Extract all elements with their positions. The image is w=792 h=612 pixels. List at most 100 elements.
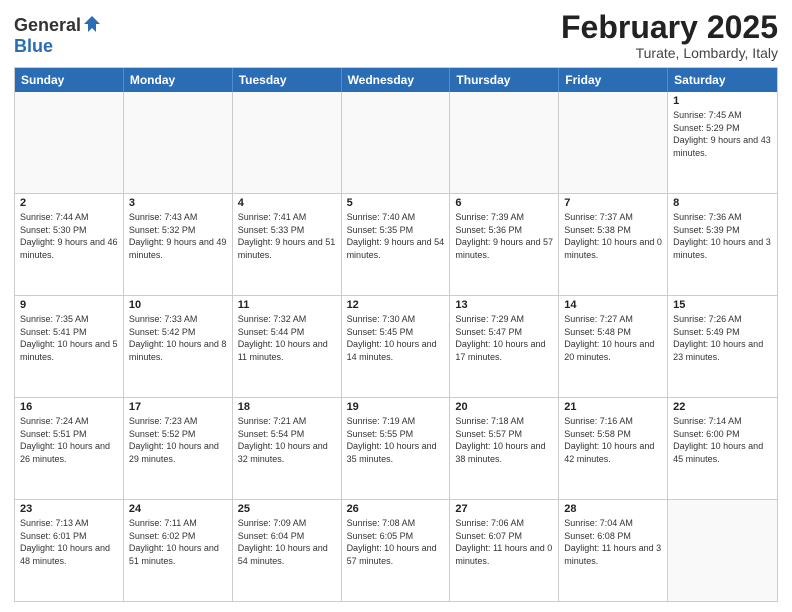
header-day-thursday: Thursday bbox=[450, 68, 559, 92]
calendar-cell: 20 Sunrise: 7:18 AM Sunset: 5:57 PM Dayli… bbox=[450, 398, 559, 499]
cell-info: Sunrise: 7:29 AM Sunset: 5:47 PM Dayligh… bbox=[455, 313, 553, 363]
cell-info: Sunrise: 7:41 AM Sunset: 5:33 PM Dayligh… bbox=[238, 211, 336, 261]
month-title: February 2025 bbox=[561, 10, 778, 45]
day-number: 11 bbox=[238, 299, 336, 311]
day-number: 27 bbox=[455, 503, 553, 515]
cell-info: Sunrise: 7:37 AM Sunset: 5:38 PM Dayligh… bbox=[564, 211, 662, 261]
calendar-cell bbox=[15, 92, 124, 193]
logo-icon bbox=[82, 14, 102, 34]
day-number: 24 bbox=[129, 503, 227, 515]
header-day-wednesday: Wednesday bbox=[342, 68, 451, 92]
cell-info: Sunrise: 7:09 AM Sunset: 6:04 PM Dayligh… bbox=[238, 517, 336, 567]
location: Turate, Lombardy, Italy bbox=[561, 45, 778, 61]
cell-info: Sunrise: 7:40 AM Sunset: 5:35 PM Dayligh… bbox=[347, 211, 445, 261]
day-number: 9 bbox=[20, 299, 118, 311]
day-number: 21 bbox=[564, 401, 662, 413]
calendar-cell: 7 Sunrise: 7:37 AM Sunset: 5:38 PM Daylig… bbox=[559, 194, 668, 295]
cell-info: Sunrise: 7:04 AM Sunset: 6:08 PM Dayligh… bbox=[564, 517, 662, 567]
calendar-cell: 10 Sunrise: 7:33 AM Sunset: 5:42 PM Dayli… bbox=[124, 296, 233, 397]
cell-info: Sunrise: 7:27 AM Sunset: 5:48 PM Dayligh… bbox=[564, 313, 662, 363]
calendar-cell: 16 Sunrise: 7:24 AM Sunset: 5:51 PM Dayli… bbox=[15, 398, 124, 499]
logo: General Blue bbox=[14, 14, 102, 57]
cell-info: Sunrise: 7:24 AM Sunset: 5:51 PM Dayligh… bbox=[20, 415, 118, 465]
calendar-body: 1Sunrise: 7:45 AM Sunset: 5:29 PM Daylig… bbox=[15, 92, 777, 601]
week-row-2: 9 Sunrise: 7:35 AM Sunset: 5:41 PM Daylig… bbox=[15, 296, 777, 398]
cell-info: Sunrise: 7:35 AM Sunset: 5:41 PM Dayligh… bbox=[20, 313, 118, 363]
cell-info: Sunrise: 7:26 AM Sunset: 5:49 PM Dayligh… bbox=[673, 313, 772, 363]
cell-info: Sunrise: 7:18 AM Sunset: 5:57 PM Dayligh… bbox=[455, 415, 553, 465]
day-number: 22 bbox=[673, 401, 772, 413]
calendar-cell: 6 Sunrise: 7:39 AM Sunset: 5:36 PM Daylig… bbox=[450, 194, 559, 295]
calendar-cell: 9 Sunrise: 7:35 AM Sunset: 5:41 PM Daylig… bbox=[15, 296, 124, 397]
day-number: 7 bbox=[564, 197, 662, 209]
day-number: 10 bbox=[129, 299, 227, 311]
calendar-cell: 19 Sunrise: 7:19 AM Sunset: 5:55 PM Dayli… bbox=[342, 398, 451, 499]
calendar-cell: 8 Sunrise: 7:36 AM Sunset: 5:39 PM Daylig… bbox=[668, 194, 777, 295]
calendar-cell: 28Sunrise: 7:04 AM Sunset: 6:08 PM Dayli… bbox=[559, 500, 668, 601]
calendar-cell: 18 Sunrise: 7:21 AM Sunset: 5:54 PM Dayli… bbox=[233, 398, 342, 499]
calendar-cell bbox=[450, 92, 559, 193]
day-number: 23 bbox=[20, 503, 118, 515]
cell-info: Sunrise: 7:39 AM Sunset: 5:36 PM Dayligh… bbox=[455, 211, 553, 261]
day-number: 2 bbox=[20, 197, 118, 209]
top-section: General Blue February 2025 Turate, Lomba… bbox=[14, 10, 778, 61]
calendar-cell bbox=[342, 92, 451, 193]
calendar-cell: 22Sunrise: 7:14 AM Sunset: 6:00 PM Dayli… bbox=[668, 398, 777, 499]
header-day-monday: Monday bbox=[124, 68, 233, 92]
day-number: 13 bbox=[455, 299, 553, 311]
calendar-cell: 3 Sunrise: 7:43 AM Sunset: 5:32 PM Daylig… bbox=[124, 194, 233, 295]
day-number: 20 bbox=[455, 401, 553, 413]
calendar-cell: 14Sunrise: 7:27 AM Sunset: 5:48 PM Dayli… bbox=[559, 296, 668, 397]
calendar-cell: 27 Sunrise: 7:06 AM Sunset: 6:07 PM Dayli… bbox=[450, 500, 559, 601]
day-number: 12 bbox=[347, 299, 445, 311]
day-number: 16 bbox=[20, 401, 118, 413]
day-number: 17 bbox=[129, 401, 227, 413]
day-number: 4 bbox=[238, 197, 336, 209]
day-number: 8 bbox=[673, 197, 772, 209]
day-number: 25 bbox=[238, 503, 336, 515]
calendar-cell: 25 Sunrise: 7:09 AM Sunset: 6:04 PM Dayli… bbox=[233, 500, 342, 601]
week-row-0: 1Sunrise: 7:45 AM Sunset: 5:29 PM Daylig… bbox=[15, 92, 777, 194]
calendar-cell: 26 Sunrise: 7:08 AM Sunset: 6:05 PM Dayli… bbox=[342, 500, 451, 601]
calendar-cell: 4 Sunrise: 7:41 AM Sunset: 5:33 PM Daylig… bbox=[233, 194, 342, 295]
header-day-saturday: Saturday bbox=[668, 68, 777, 92]
day-number: 3 bbox=[129, 197, 227, 209]
day-number: 5 bbox=[347, 197, 445, 209]
header-day-friday: Friday bbox=[559, 68, 668, 92]
header-day-sunday: Sunday bbox=[15, 68, 124, 92]
day-number: 18 bbox=[238, 401, 336, 413]
week-row-4: 23 Sunrise: 7:13 AM Sunset: 6:01 PM Dayli… bbox=[15, 500, 777, 601]
cell-info: Sunrise: 7:43 AM Sunset: 5:32 PM Dayligh… bbox=[129, 211, 227, 261]
calendar-cell: 13 Sunrise: 7:29 AM Sunset: 5:47 PM Dayli… bbox=[450, 296, 559, 397]
week-row-3: 16 Sunrise: 7:24 AM Sunset: 5:51 PM Dayli… bbox=[15, 398, 777, 500]
cell-info: Sunrise: 7:13 AM Sunset: 6:01 PM Dayligh… bbox=[20, 517, 118, 567]
day-number: 26 bbox=[347, 503, 445, 515]
logo-blue: Blue bbox=[14, 36, 53, 56]
cell-info: Sunrise: 7:11 AM Sunset: 6:02 PM Dayligh… bbox=[129, 517, 227, 567]
calendar-cell: 21Sunrise: 7:16 AM Sunset: 5:58 PM Dayli… bbox=[559, 398, 668, 499]
calendar-cell: 2Sunrise: 7:44 AM Sunset: 5:30 PM Daylig… bbox=[15, 194, 124, 295]
cell-info: Sunrise: 7:06 AM Sunset: 6:07 PM Dayligh… bbox=[455, 517, 553, 567]
day-number: 19 bbox=[347, 401, 445, 413]
calendar-cell bbox=[668, 500, 777, 601]
calendar-cell bbox=[559, 92, 668, 193]
calendar-cell: 5 Sunrise: 7:40 AM Sunset: 5:35 PM Daylig… bbox=[342, 194, 451, 295]
cell-info: Sunrise: 7:33 AM Sunset: 5:42 PM Dayligh… bbox=[129, 313, 227, 363]
calendar-cell bbox=[124, 92, 233, 193]
calendar-cell bbox=[233, 92, 342, 193]
cell-info: Sunrise: 7:36 AM Sunset: 5:39 PM Dayligh… bbox=[673, 211, 772, 261]
cell-info: Sunrise: 7:21 AM Sunset: 5:54 PM Dayligh… bbox=[238, 415, 336, 465]
calendar-cell: 11Sunrise: 7:32 AM Sunset: 5:44 PM Dayli… bbox=[233, 296, 342, 397]
day-number: 1 bbox=[673, 95, 772, 107]
calendar-cell: 15 Sunrise: 7:26 AM Sunset: 5:49 PM Dayli… bbox=[668, 296, 777, 397]
day-number: 15 bbox=[673, 299, 772, 311]
day-number: 6 bbox=[455, 197, 553, 209]
calendar-cell: 24 Sunrise: 7:11 AM Sunset: 6:02 PM Dayli… bbox=[124, 500, 233, 601]
title-section: February 2025 Turate, Lombardy, Italy bbox=[561, 10, 778, 61]
cell-info: Sunrise: 7:19 AM Sunset: 5:55 PM Dayligh… bbox=[347, 415, 445, 465]
week-row-1: 2Sunrise: 7:44 AM Sunset: 5:30 PM Daylig… bbox=[15, 194, 777, 296]
calendar-header: SundayMondayTuesdayWednesdayThursdayFrid… bbox=[15, 68, 777, 92]
calendar: SundayMondayTuesdayWednesdayThursdayFrid… bbox=[14, 67, 778, 602]
cell-info: Sunrise: 7:08 AM Sunset: 6:05 PM Dayligh… bbox=[347, 517, 445, 567]
logo-general: General bbox=[14, 15, 81, 36]
